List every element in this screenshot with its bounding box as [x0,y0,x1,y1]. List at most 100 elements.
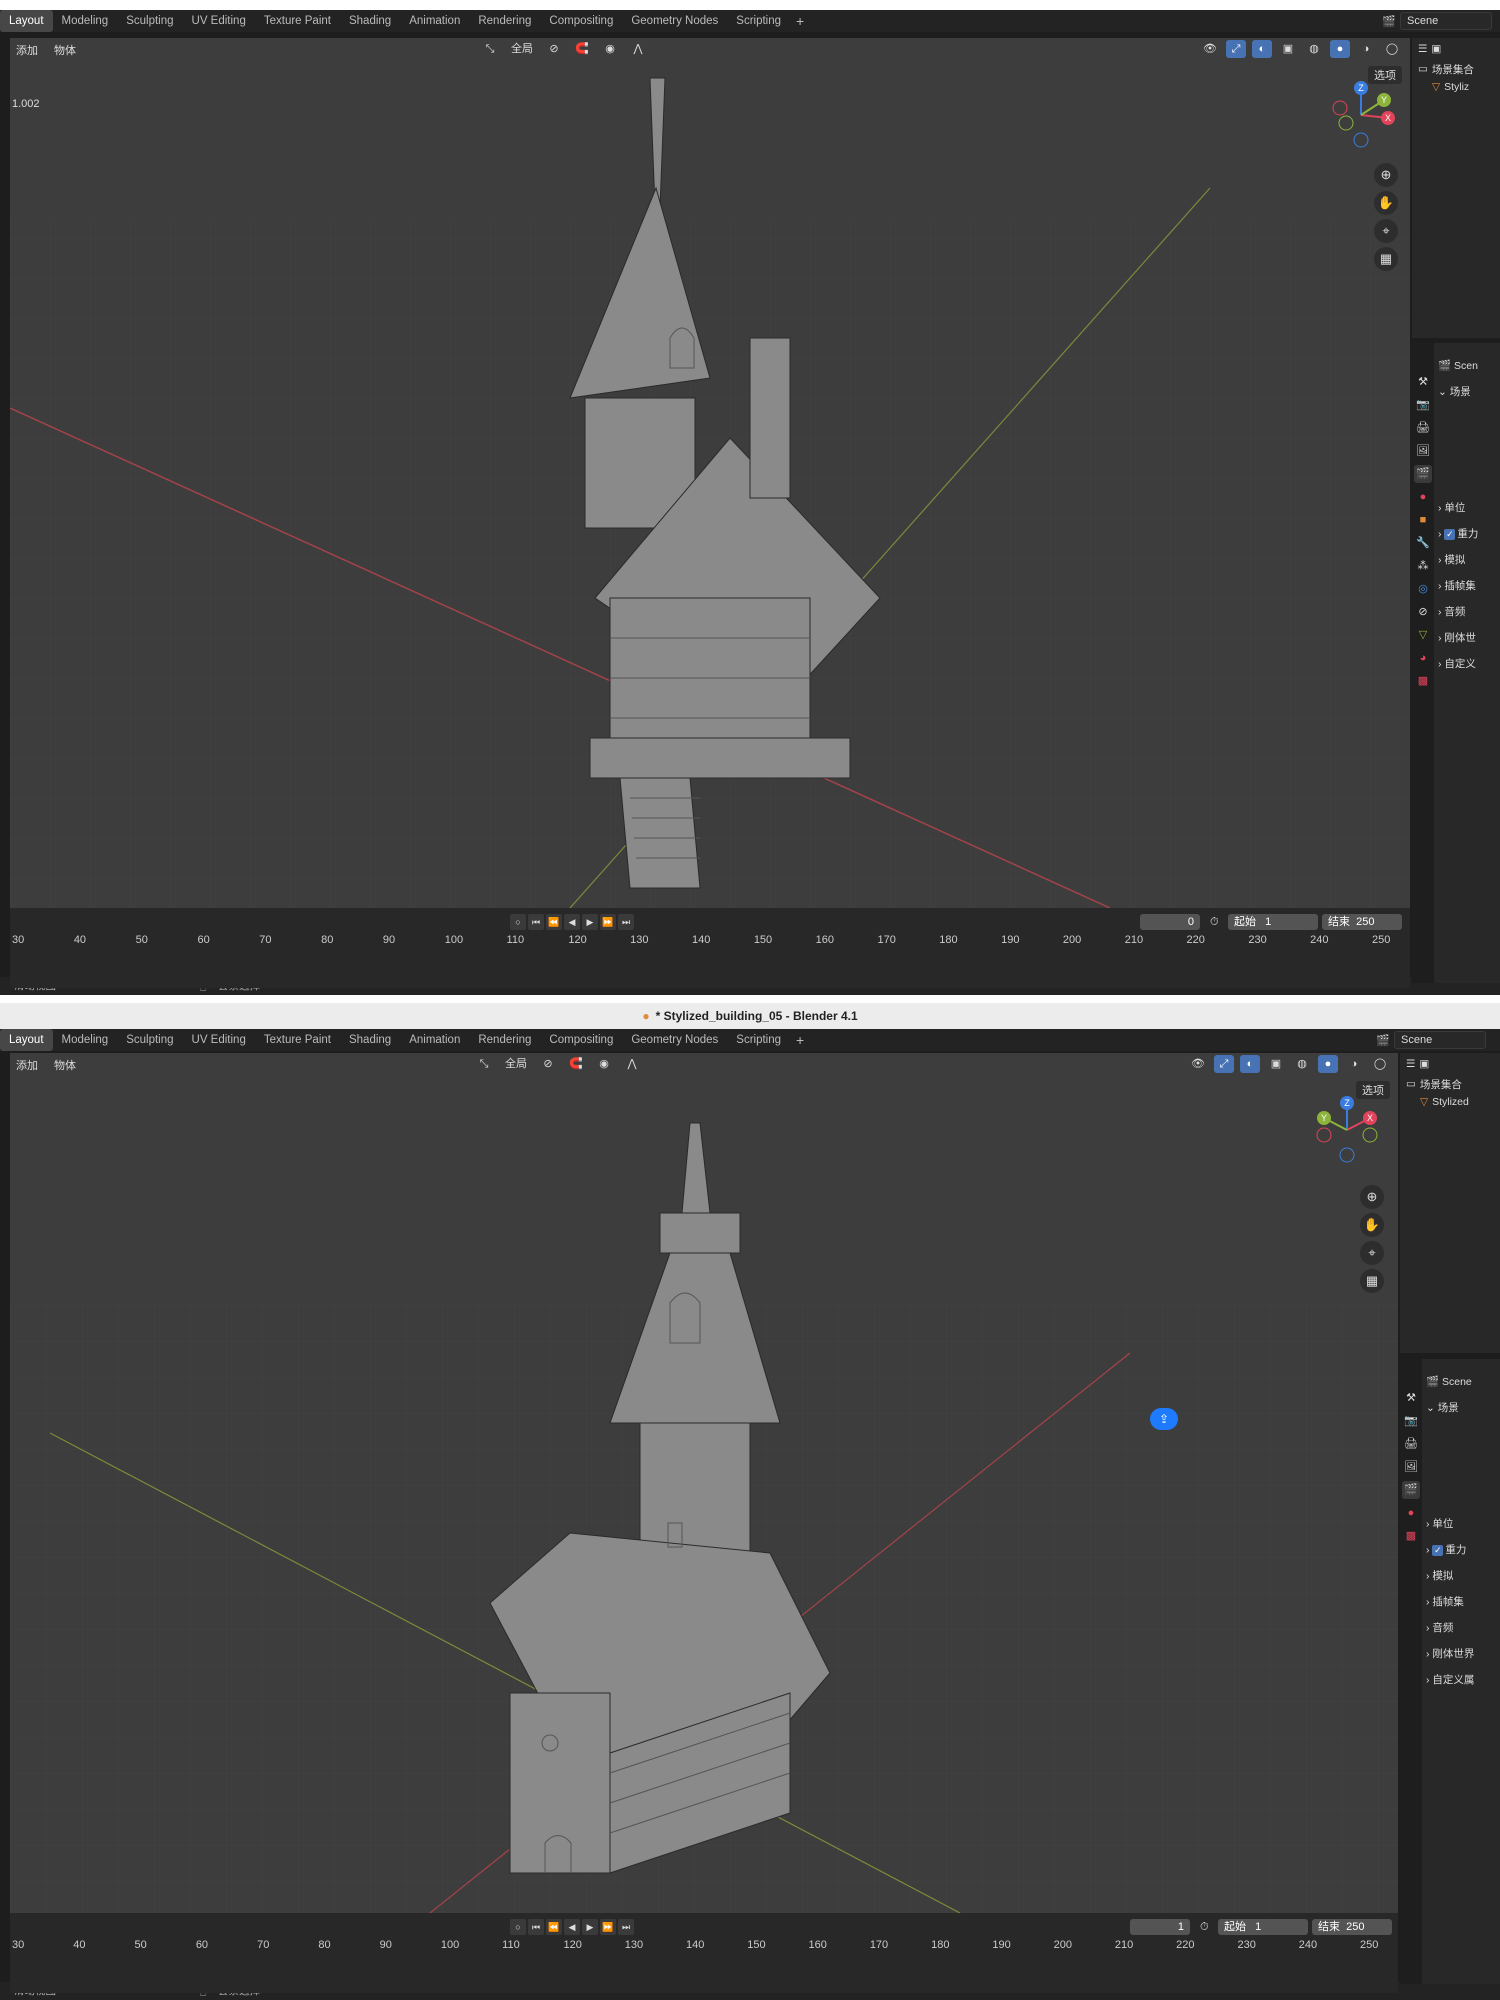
navigation-gizmo[interactable]: Z X Y [1324,78,1398,152]
object-tab-icon[interactable]: ■ [1414,511,1432,529]
tab-modeling[interactable]: Modeling [53,1029,118,1051]
data-tab-icon[interactable]: ▽ [1414,626,1432,644]
section-keying-sets[interactable]: › 插帧集 [1426,1589,1500,1615]
section-units[interactable]: › 单位 [1426,1511,1500,1537]
snap-icon[interactable]: 🧲 [572,40,592,58]
record-icon[interactable]: ○ [510,914,526,930]
material-shading-icon[interactable]: ◑ [1356,40,1376,58]
snap-icon[interactable]: 🧲 [566,1055,586,1073]
jump-start-icon[interactable]: ⏮ [528,1919,544,1935]
falloff-icon[interactable]: ⋀ [622,1055,642,1073]
outliner-filter-icon[interactable]: ☰ [1406,1058,1415,1070]
timeline-2[interactable]: ○ ⏮ ⏪ ◀ ▶ ⏩ ⏭ 1 ⏱ 起始 1 结束 250 30 40 50 60 70… [10,1913,1398,1993]
overlay-toggle-icon[interactable]: ◐ [1240,1055,1260,1073]
current-frame-field[interactable]: 0 [1140,914,1200,930]
proportional-edit-icon[interactable]: ◉ [594,1055,614,1073]
play-icon[interactable]: ▶ [582,914,598,930]
transform-orientation-dropdown[interactable]: 全局 [508,40,536,58]
tab-compositing[interactable]: Compositing [540,10,622,32]
tab-layout[interactable]: Layout [0,10,53,32]
world-tab-icon[interactable]: ● [1414,488,1432,506]
gizmo-toggle-icon[interactable]: ⤢ [1226,40,1246,58]
tab-texture-paint[interactable]: Texture Paint [255,1029,340,1051]
section-audio[interactable]: › 音频 [1438,599,1500,625]
scene-tab-icon[interactable]: 🎬 [1402,1481,1420,1499]
outliner-row-object[interactable]: ▽ Stylized [1400,1093,1500,1111]
section-scene[interactable]: ⌄ 场景 [1426,1395,1500,1421]
perspective-grid-icon[interactable]: ▦ [1360,1269,1384,1293]
3d-viewport[interactable]: 添加 物体 ⤡ 全局 ⊘ 🧲 ◉ ⋀ 👁 ⤢ ◐ ▣ ◍ ● ◑ ◯ 选项 1.… [10,38,1410,908]
tab-geometry-nodes[interactable]: Geometry Nodes [622,1029,727,1051]
visibility-icon[interactable]: 👁 [1200,40,1220,58]
section-scene[interactable]: ⌄ 场景 [1438,379,1500,405]
render-tab-icon[interactable]: 📷 [1402,1412,1420,1430]
tab-layout[interactable]: Layout [0,1029,53,1051]
section-simulation[interactable]: › 模拟 [1426,1563,1500,1589]
tool-tab-icon[interactable]: ⚒ [1402,1389,1420,1407]
tab-animation[interactable]: Animation [400,1029,469,1051]
menu-add[interactable]: 添加 [16,1057,38,1073]
material-shading-icon[interactable]: ◑ [1344,1055,1364,1073]
play-reverse-icon[interactable]: ◀ [564,1919,580,1935]
solid-shading-icon[interactable]: ● [1318,1055,1338,1073]
menu-object[interactable]: 物体 [54,42,76,58]
gravity-checkbox[interactable]: ✓ [1432,1545,1444,1556]
section-keying-sets[interactable]: › 插帧集 [1438,573,1500,599]
end-frame-field[interactable]: 结束 250 [1322,914,1402,930]
scene-selector[interactable]: 🎬 Scene [1376,1029,1500,1051]
texture-tab-icon[interactable]: ▩ [1402,1527,1420,1545]
particles-tab-icon[interactable]: ⁂ [1414,557,1432,575]
stopwatch-icon[interactable]: ⏱ [1200,1921,1209,1934]
render-tab-icon[interactable]: 📷 [1414,396,1432,414]
world-tab-icon[interactable]: ● [1402,1504,1420,1522]
proportional-edit-icon[interactable]: ◉ [600,40,620,58]
end-frame-field[interactable]: 结束 250 [1312,1919,1392,1935]
outliner-display-icon[interactable]: ▣ [1419,1058,1429,1070]
next-key-icon[interactable]: ⏩ [600,914,616,930]
frame-ruler[interactable]: 30 40 50 60 70 80 90 100 110 120 130 140 150 160 170 18… [10,934,1410,952]
render-shading-icon[interactable]: ◯ [1370,1055,1390,1073]
view-layer-tab-icon[interactable]: 🖼 [1414,442,1432,460]
tab-shading[interactable]: Shading [340,10,400,32]
outliner-row-object[interactable]: ▽ Styliz [1412,78,1500,96]
tab-shading[interactable]: Shading [340,1029,400,1051]
scene-selector[interactable]: 🎬 Scene [1382,10,1500,32]
physics-tab-icon[interactable]: ◎ [1414,580,1432,598]
section-audio[interactable]: › 音频 [1426,1615,1500,1641]
tab-scripting[interactable]: Scripting [727,1029,790,1051]
pan-hand-icon[interactable]: ✋ [1374,191,1398,215]
frame-ruler-2[interactable]: 30 40 50 60 70 80 90 100 110 120 130 140 150 160 170 18… [10,1939,1398,1957]
tab-geometry-nodes[interactable]: Geometry Nodes [622,10,727,32]
tab-uv-editing[interactable]: UV Editing [183,1029,255,1051]
current-frame-field[interactable]: 1 [1130,1919,1190,1935]
outliner-row-collection[interactable]: ▭ 场景集合 [1412,60,1500,78]
navigation-gizmo-2[interactable]: Z X Y [1310,1093,1384,1167]
zoom-icon[interactable]: ⊕ [1374,163,1398,187]
tab-texture-paint[interactable]: Texture Paint [255,10,340,32]
wireframe-shading-icon[interactable]: ◍ [1304,40,1324,58]
menu-object[interactable]: 物体 [54,1057,76,1073]
tab-compositing[interactable]: Compositing [540,1029,622,1051]
texture-tab-icon[interactable]: ▩ [1414,672,1432,690]
jump-start-icon[interactable]: ⏮ [528,914,544,930]
perspective-grid-icon[interactable]: ▦ [1374,247,1398,271]
tab-rendering[interactable]: Rendering [469,1029,540,1051]
modifier-tab-icon[interactable]: 🔧 [1414,534,1432,552]
section-units[interactable]: › 单位 [1438,495,1500,521]
falloff-icon[interactable]: ⋀ [628,40,648,58]
menu-add[interactable]: 添加 [16,42,38,58]
tab-sculpting[interactable]: Sculpting [117,10,182,32]
3d-viewport-2[interactable]: 添加 物体 ⤡ 全局 ⊘ 🧲 ◉ ⋀ 👁 ⤢ ◐ ▣ ◍ ● ◑ ◯ 选项 Z … [10,1053,1398,1913]
record-icon[interactable]: ○ [510,1919,526,1935]
section-gravity[interactable]: › ✓ 重力 [1426,1537,1500,1563]
add-workspace-button[interactable]: + [790,13,810,29]
transform-orientation-dropdown[interactable]: 全局 [502,1055,530,1073]
output-tab-icon[interactable]: 🖨 [1402,1435,1420,1453]
play-reverse-icon[interactable]: ◀ [564,914,580,930]
add-workspace-button[interactable]: + [790,1032,810,1048]
prev-key-icon[interactable]: ⏪ [546,914,562,930]
zoom-icon[interactable]: ⊕ [1360,1185,1384,1209]
next-key-icon[interactable]: ⏩ [600,1919,616,1935]
outliner-display-icon[interactable]: ▣ [1431,43,1441,55]
pivot-icon[interactable]: ⊘ [538,1055,558,1073]
